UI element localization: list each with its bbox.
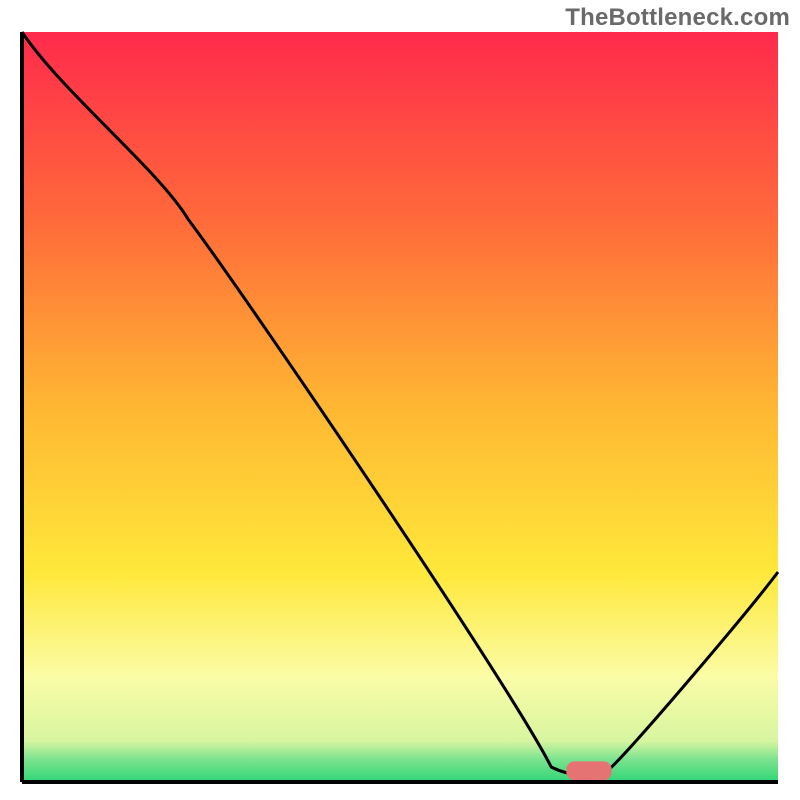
chart-canvas: TheBottleneck.com	[0, 0, 800, 800]
watermark-text: TheBottleneck.com	[565, 4, 790, 32]
bottleneck-chart	[0, 0, 800, 800]
optimal-marker	[566, 761, 611, 780]
plot-area-rect	[22, 32, 778, 782]
